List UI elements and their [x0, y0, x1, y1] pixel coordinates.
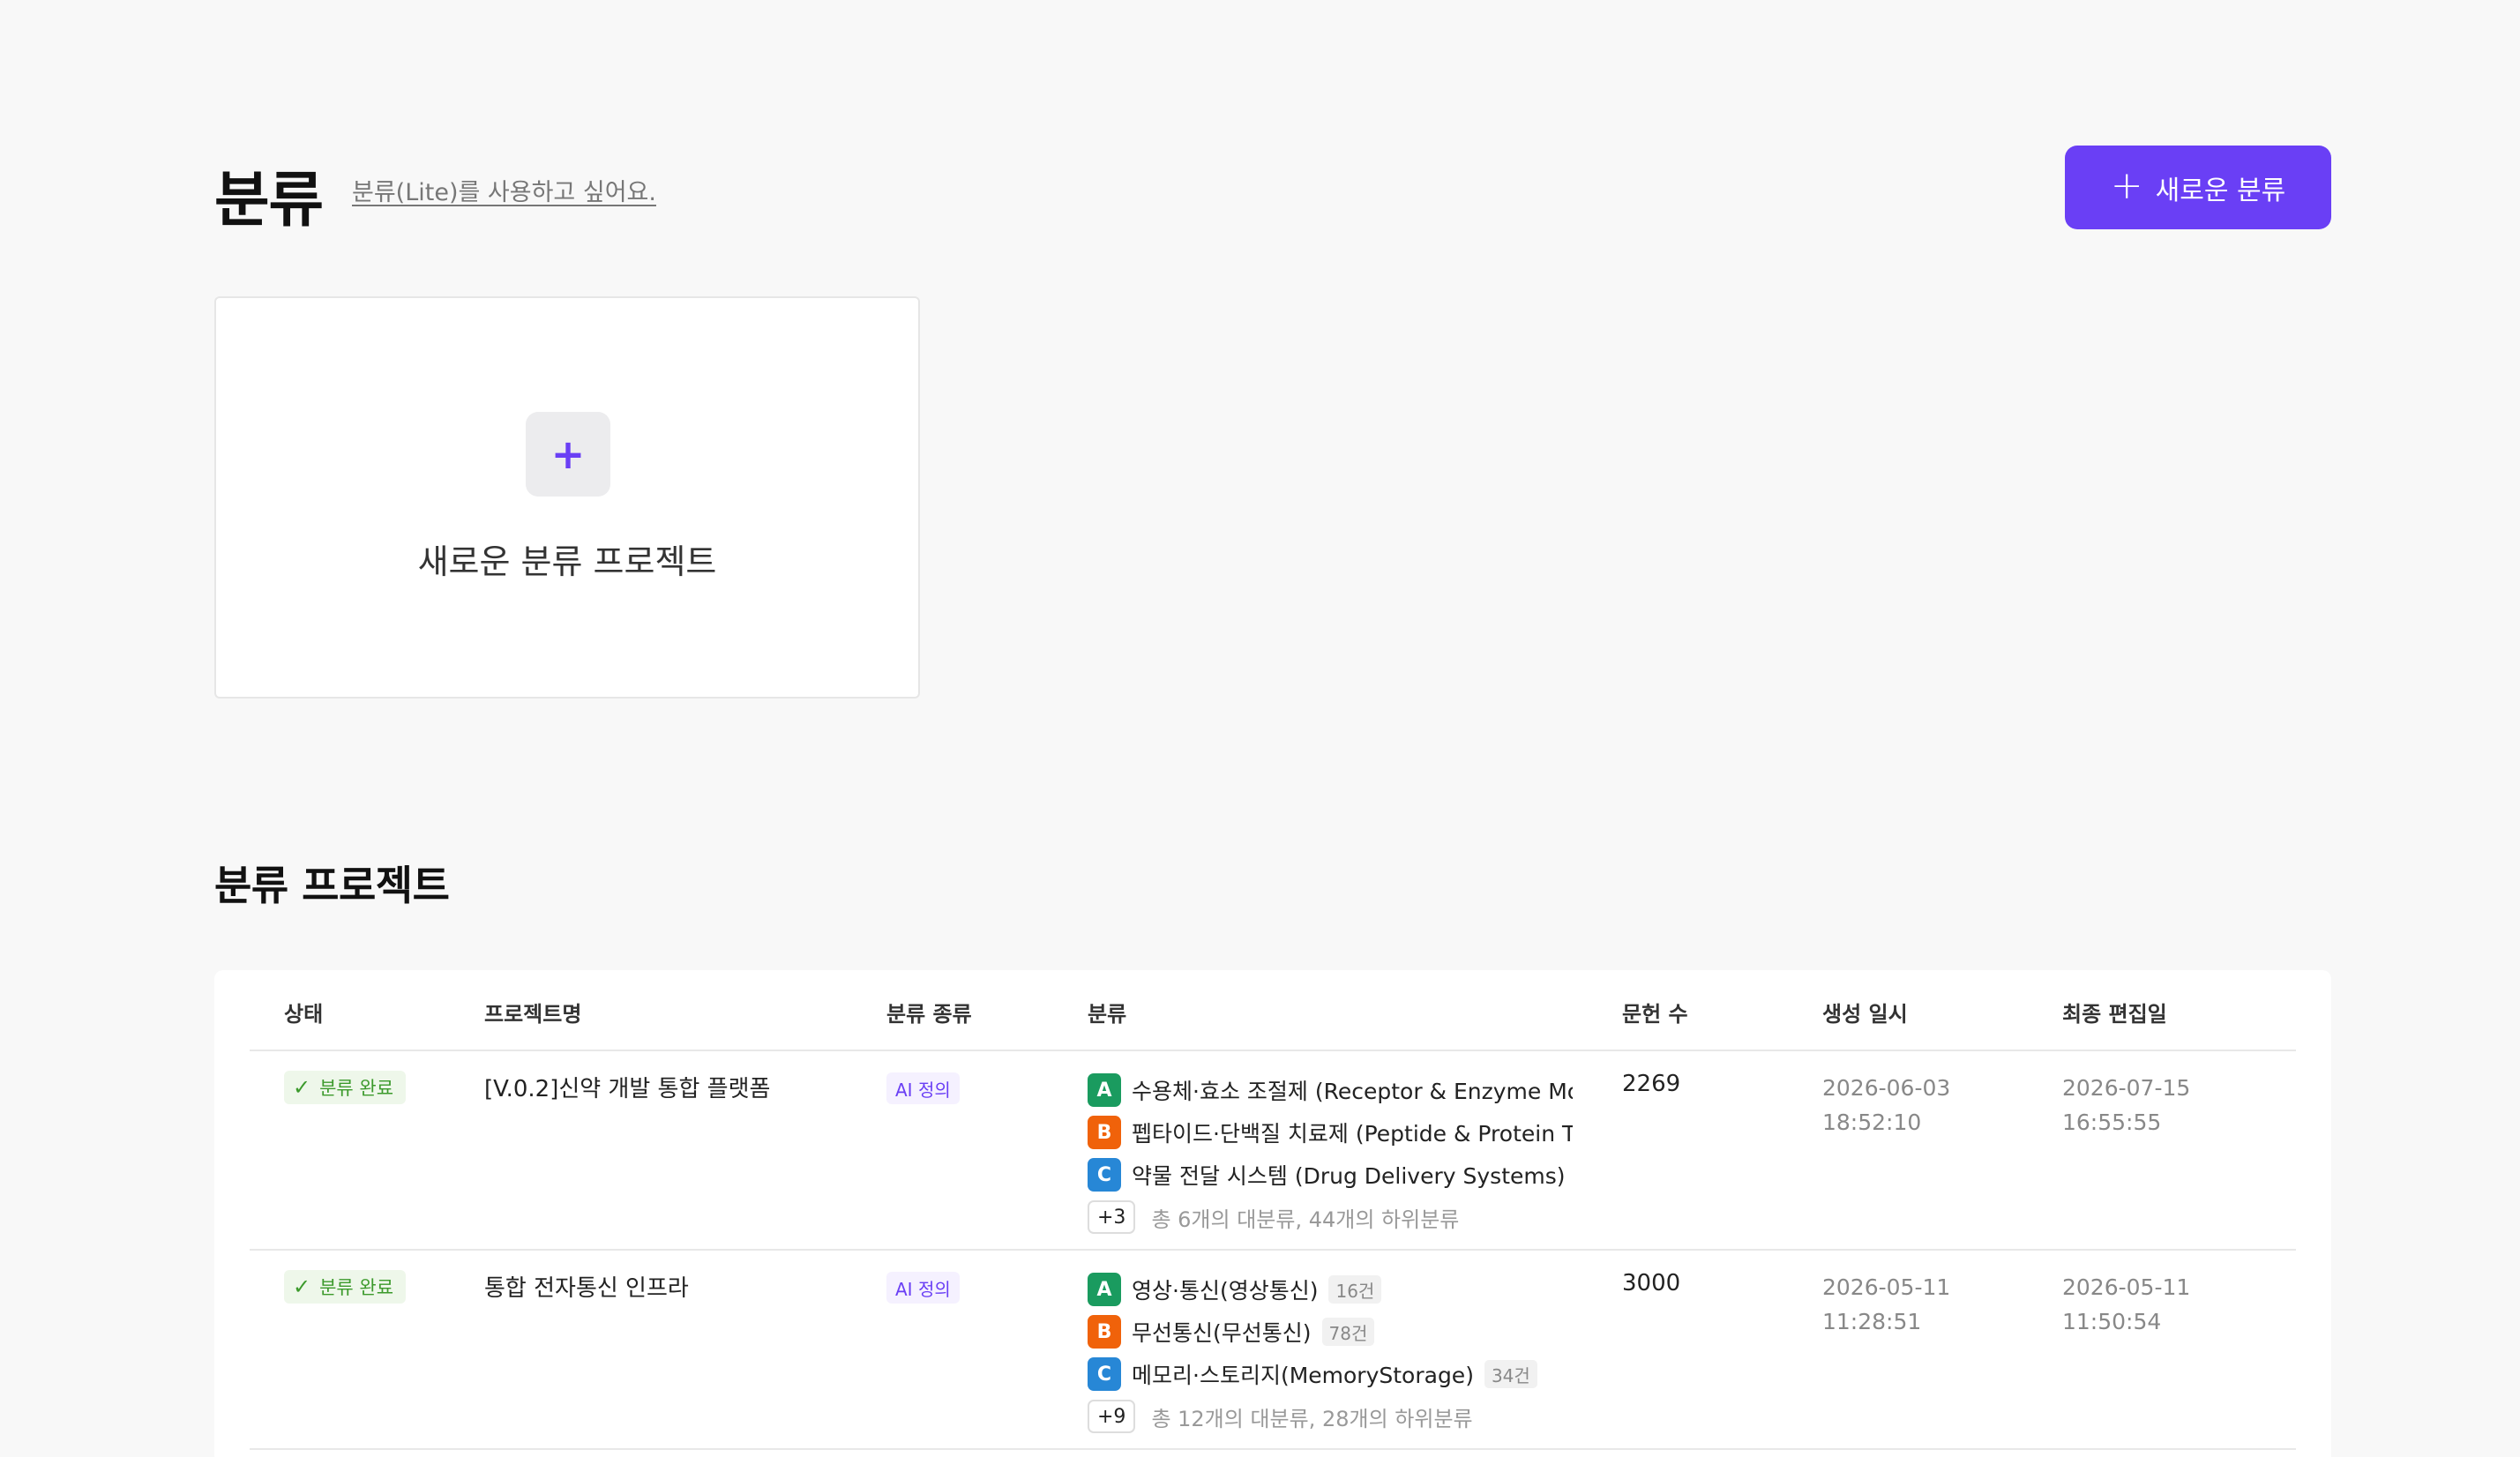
- table-row[interactable]: ✓ 분류 완료 [V.0.2]신약 개발 통합 플랫폼 AI 정의 A 수용체·…: [250, 1051, 2296, 1251]
- created-date: 2026-06-03: [1822, 1075, 1951, 1101]
- category-label: 무선통신(무선통신): [1132, 1320, 1312, 1346]
- category-label: 메모리·스토리지(MemoryStorage): [1132, 1363, 1474, 1388]
- status-label: 분류 완료: [319, 1277, 394, 1298]
- category-count: 16건: [1328, 1275, 1382, 1304]
- column-header-classification-type: 분류 종류: [886, 1002, 972, 1027]
- page-header: 분류 분류(Lite)를 사용하고 싶어요. + 새로운 분류: [214, 146, 2331, 235]
- classification-type-badge: AI 정의: [886, 1072, 960, 1104]
- category-label: 영상·통신(영상통신): [1132, 1278, 1319, 1304]
- doc-count: 3000: [1622, 1270, 1681, 1296]
- category-list: A 영상·통신(영상통신) 16건 B 무선통신(무선통신) 78건 C 메모리…: [1088, 1268, 1573, 1438]
- table-row[interactable]: ✓ 분류 완료 통합 전자통신 인프라 AI 정의 A 영상·통신(영상통신) …: [250, 1251, 2296, 1450]
- category-more: +3 총 6개의 대분류, 44개의 하위분류: [1088, 1196, 1573, 1238]
- category-letter-badge: A: [1088, 1073, 1121, 1107]
- category-summary: 총 12개의 대분류, 28개의 하위분류: [1151, 1406, 1473, 1431]
- status-label: 분류 완료: [319, 1078, 394, 1099]
- new-classification-button[interactable]: + 새로운 분류: [2065, 146, 2331, 229]
- created-date: 2026-05-11: [1822, 1274, 1951, 1300]
- table-header: 상태 프로젝트명 분류 종류 분류 문헌 수 생성 일시 최종 편집일: [250, 970, 2296, 1051]
- edited-date: 2026-05-11: [2062, 1274, 2191, 1300]
- category-more: +9 총 12개의 대분류, 28개의 하위분류: [1088, 1395, 1573, 1438]
- status-badge: ✓ 분류 완료: [284, 1071, 407, 1104]
- column-header-created: 생성 일시: [1822, 1002, 1908, 1027]
- edited-date: 2026-07-15: [2062, 1075, 2191, 1101]
- category-label: 펩타이드·단백질 치료제 (Peptide & Protein Th: [1132, 1121, 1573, 1147]
- edited-time: 11:50:54: [2062, 1309, 2162, 1334]
- category-item: A 영상·통신(영상통신) 16건: [1088, 1268, 1573, 1311]
- column-header-doc-count: 문헌 수: [1622, 1002, 1688, 1027]
- more-categories-button[interactable]: +9: [1088, 1400, 1136, 1433]
- category-list: A 수용체·효소 조절제 (Receptor & Enzyme Mod B 펩타…: [1088, 1069, 1573, 1238]
- category-letter-badge: A: [1088, 1273, 1121, 1306]
- edited-time: 16:55:55: [2062, 1110, 2162, 1135]
- new-classification-button-label: 새로운 분류: [2155, 175, 2286, 206]
- category-item: A 수용체·효소 조절제 (Receptor & Enzyme Mod: [1088, 1069, 1573, 1111]
- category-label: 약물 전달 시스템 (Drug Delivery Systems): [1132, 1163, 1566, 1189]
- category-item: C 약물 전달 시스템 (Drug Delivery Systems) 6: [1088, 1154, 1573, 1196]
- status-badge: ✓ 분류 완료: [284, 1270, 407, 1304]
- category-count: 34건: [1484, 1360, 1537, 1388]
- project-name[interactable]: [V.0.2]신약 개발 통합 플랫폼: [484, 1071, 770, 1103]
- category-letter-badge: B: [1088, 1116, 1121, 1149]
- column-header-project-name: 프로젝트명: [484, 1002, 582, 1027]
- new-project-card-label: 새로운 분류 프로젝트: [417, 542, 717, 581]
- created-time: 11:28:51: [1822, 1309, 1922, 1334]
- category-count: 78건: [1321, 1318, 1375, 1346]
- section-title: 분류 프로젝트: [214, 862, 450, 909]
- plus-icon: +: [2110, 162, 2143, 208]
- lite-mode-link[interactable]: 분류(Lite)를 사용하고 싶어요.: [352, 173, 656, 207]
- page: 분류 분류(Lite)를 사용하고 싶어요. + 새로운 분류 + 새로운 분류…: [0, 0, 2520, 1457]
- edited-datetime: 2026-05-11 11:50:54: [2062, 1270, 2190, 1339]
- column-header-last-edited: 최종 편집일: [2062, 1002, 2167, 1027]
- category-letter-badge: C: [1088, 1357, 1121, 1391]
- category-label: 수용체·효소 조절제 (Receptor & Enzyme Mod: [1132, 1079, 1573, 1104]
- projects-table: 상태 프로젝트명 분류 종류 분류 문헌 수 생성 일시 최종 편집일 ✓ 분류…: [214, 970, 2331, 1457]
- doc-count: 2269: [1622, 1071, 1681, 1097]
- plus-icon: +: [526, 412, 610, 497]
- more-categories-button[interactable]: +3: [1088, 1200, 1136, 1234]
- column-header-status: 상태: [284, 1002, 324, 1027]
- edited-datetime: 2026-07-15 16:55:55: [2062, 1071, 2190, 1139]
- category-item: B 펩타이드·단백질 치료제 (Peptide & Protein Th: [1088, 1111, 1573, 1154]
- category-letter-badge: C: [1088, 1158, 1121, 1192]
- check-icon: ✓: [293, 1274, 311, 1299]
- check-icon: ✓: [293, 1075, 311, 1100]
- classification-type-badge: AI 정의: [886, 1272, 960, 1304]
- new-project-card[interactable]: + 새로운 분류 프로젝트: [214, 296, 920, 699]
- created-time: 18:52:10: [1822, 1110, 1922, 1135]
- category-summary: 총 6개의 대분류, 44개의 하위분류: [1151, 1207, 1460, 1232]
- project-name[interactable]: 통합 전자통신 인프라: [484, 1270, 689, 1303]
- created-datetime: 2026-05-11 11:28:51: [1822, 1270, 1950, 1339]
- created-datetime: 2026-06-03 18:52:10: [1822, 1071, 1950, 1139]
- category-item: C 메모리·스토리지(MemoryStorage) 34건: [1088, 1353, 1573, 1395]
- category-letter-badge: B: [1088, 1315, 1121, 1349]
- page-title: 분류: [214, 166, 324, 235]
- column-header-categories: 분류: [1088, 1002, 1127, 1027]
- category-item: B 무선통신(무선통신) 78건: [1088, 1311, 1573, 1353]
